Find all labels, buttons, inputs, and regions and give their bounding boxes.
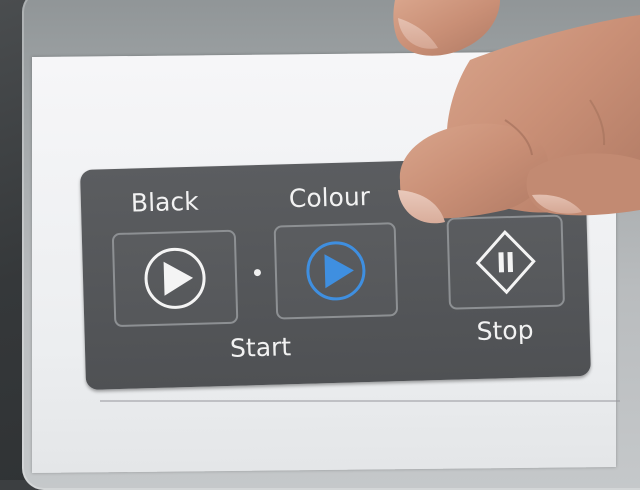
hand-fingers — [393, 0, 640, 224]
